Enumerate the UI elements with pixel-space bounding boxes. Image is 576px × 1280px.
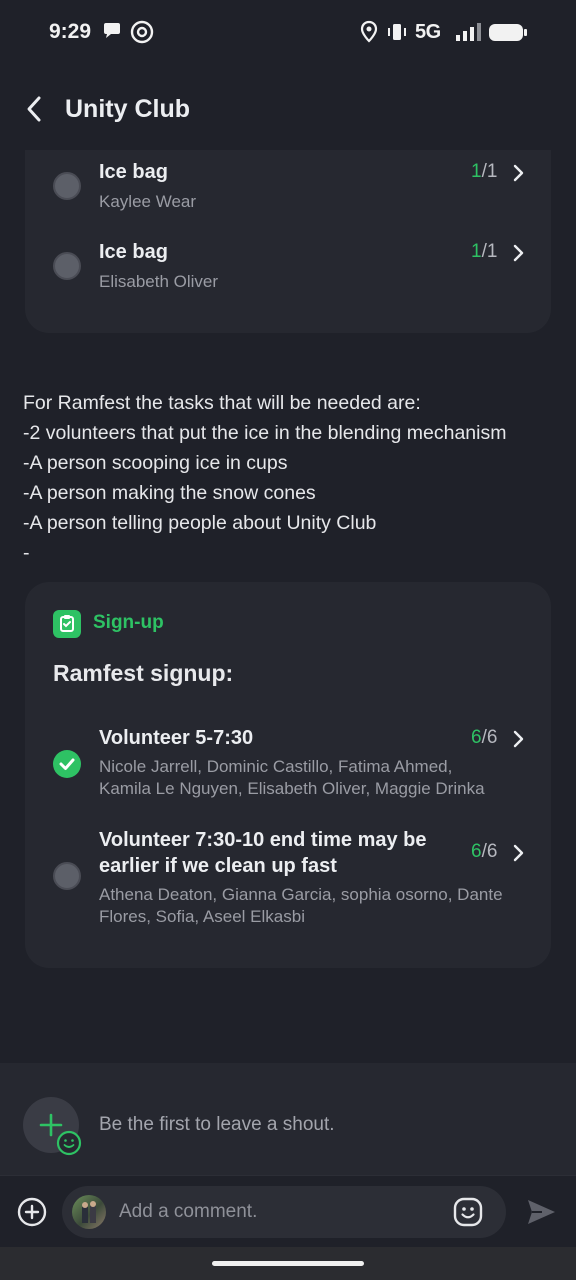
signal-icon	[452, 20, 482, 49]
clipboard-check-icon	[53, 610, 81, 638]
post-line: -	[23, 542, 30, 564]
system-nav-bar	[0, 1247, 576, 1280]
comment-input[interactable]: Add a comment.	[62, 1186, 506, 1238]
app-header: Unity Club	[0, 80, 576, 140]
post-body: For Ramfest the tasks that will be neede…	[23, 388, 553, 568]
task-title: Ice bag	[99, 241, 168, 263]
slot-assignees: Flores, Sofia, Aseel Elkasbi	[99, 907, 305, 926]
status-time: 9:29	[49, 20, 92, 43]
task-row[interactable]: Ice bag Kaylee Wear 1/1	[25, 150, 551, 230]
slot-assignees: Athena Deaton, Gianna Garcia, sophia oso…	[99, 885, 503, 904]
chat-bubble-icon	[101, 20, 123, 47]
task-title: Ice bag	[99, 161, 168, 183]
chevron-right-icon[interactable]	[511, 164, 525, 182]
slot-title: Volunteer 5-7:30	[99, 727, 254, 749]
slot-count: 6/6	[471, 841, 498, 862]
post-line: -2 volunteers that put the ice in the bl…	[23, 422, 507, 444]
slot-assignees: Kamila Le Nguyen, Elisabeth Oliver, Magg…	[99, 779, 485, 798]
post-line: -A person telling people about Unity Clu…	[23, 512, 377, 534]
emoji-icon[interactable]	[452, 1196, 484, 1228]
network-type: 5G	[415, 21, 441, 43]
comment-placeholder: Add a comment.	[119, 1201, 258, 1222]
battery-icon	[488, 20, 528, 49]
task-count: 1/1	[471, 241, 498, 262]
post-line: -A person making the snow cones	[23, 482, 316, 504]
add-shout-button[interactable]	[23, 1097, 82, 1156]
slot-title: Volunteer 7:30-10 end time may be	[99, 829, 427, 851]
status-bar: 9:29 5G	[0, 0, 576, 66]
shout-placeholder[interactable]: Be the first to leave a shout.	[99, 1114, 335, 1136]
task-radio[interactable]	[53, 252, 81, 280]
post-line: -A person scooping ice in cups	[23, 452, 288, 474]
checkmark-icon[interactable]	[53, 750, 81, 778]
add-attachment-icon[interactable]	[16, 1196, 48, 1228]
task-card: Ice bag Kaylee Wear 1/1 Ice bag Elisabet…	[25, 150, 551, 333]
task-assignees: Elisabeth Oliver	[99, 272, 219, 291]
task-row[interactable]: Ice bag Elisabeth Oliver 1/1	[25, 230, 551, 310]
slot-assignees: Nicole Jarrell, Dominic Castillo, Fatima…	[99, 757, 453, 776]
comment-composer: Add a comment.	[0, 1175, 576, 1247]
location-icon	[360, 20, 378, 49]
vibrate-icon	[386, 20, 408, 49]
slot-title: earlier if we clean up fast	[99, 855, 337, 877]
back-arrow-icon[interactable]	[20, 94, 50, 124]
page-title: Unity Club	[65, 95, 190, 123]
signup-slot[interactable]: Volunteer 7:30-10 end time may be earlie…	[25, 824, 551, 934]
chevron-right-icon[interactable]	[511, 244, 525, 262]
task-radio[interactable]	[53, 172, 81, 200]
task-count: 1/1	[471, 161, 498, 182]
signup-slot[interactable]: Volunteer 5-7:30 Nicole Jarrell, Dominic…	[25, 722, 551, 802]
signup-title: Ramfest signup:	[53, 660, 234, 686]
post-line: For Ramfest the tasks that will be neede…	[23, 392, 421, 414]
home-gesture-handle[interactable]	[212, 1261, 364, 1266]
avatar	[72, 1195, 106, 1229]
shout-section: Be the first to leave a shout.	[0, 1063, 576, 1175]
signup-card: Sign-up Ramfest signup: Volunteer 5-7:30…	[25, 582, 551, 968]
chevron-right-icon[interactable]	[511, 844, 525, 862]
send-icon[interactable]	[525, 1196, 557, 1228]
slot-count: 6/6	[471, 727, 498, 748]
signup-label: Sign-up	[93, 612, 164, 633]
task-assignees: Kaylee Wear	[99, 192, 197, 211]
at-sign-icon	[130, 20, 154, 49]
chevron-right-icon[interactable]	[511, 730, 525, 748]
slot-radio[interactable]	[53, 862, 81, 890]
